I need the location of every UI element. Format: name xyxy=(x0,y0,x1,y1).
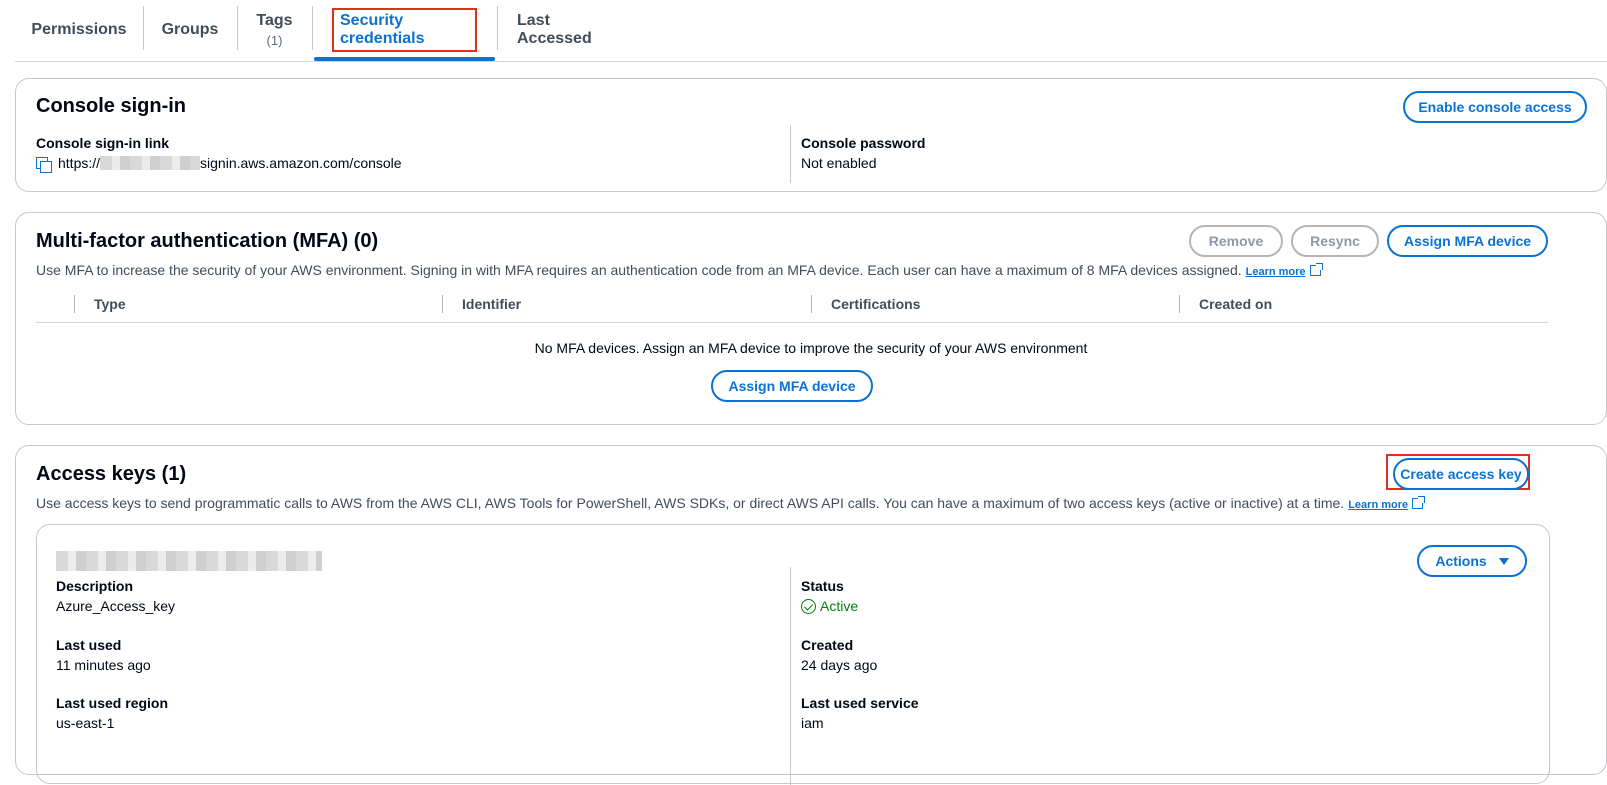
table-header-divider xyxy=(36,322,1548,323)
mfa-panel: Multi-factor authentication (MFA) (0) Re… xyxy=(15,212,1607,425)
tab-security-credentials[interactable]: Security credentials xyxy=(312,0,497,61)
enable-console-access-button[interactable]: Enable console access xyxy=(1403,91,1587,123)
last-used-label: Last used xyxy=(56,637,122,653)
tab-tags[interactable]: Tags (1) xyxy=(237,0,312,60)
redacted-account-id xyxy=(100,156,201,170)
created-value: 24 days ago xyxy=(801,657,878,673)
last-used-service-field: Last used service iam xyxy=(801,695,919,731)
last-used-region-label: Last used region xyxy=(56,695,169,711)
tab-label: Permissions xyxy=(31,21,127,38)
created-field: Created 24 days ago xyxy=(801,637,877,673)
mfa-description-text: Use MFA to increase the security of your… xyxy=(36,262,1242,278)
signin-link: https:// signin.aws.amazon.com/console xyxy=(36,155,402,173)
actions-dropdown-button[interactable]: Actions xyxy=(1417,545,1527,577)
check-circle-icon xyxy=(801,599,816,614)
last-used-value: 11 minutes ago xyxy=(56,657,151,673)
tab-label: Groups xyxy=(161,21,219,38)
status-text: Active xyxy=(820,598,859,614)
console-password-block: Console password Not enabled xyxy=(801,135,925,171)
caret-down-icon xyxy=(1498,557,1509,565)
access-keys-title: Access keys (1) xyxy=(36,463,187,485)
created-label: Created xyxy=(801,637,854,653)
console-signin-title: Console sign-in xyxy=(36,95,186,117)
external-link-icon xyxy=(1309,263,1323,276)
access-keys-description: Use access keys to send programmatic cal… xyxy=(36,495,1426,511)
last-used-field: Last used 11 minutes ago xyxy=(56,637,151,673)
tab-count: (1) xyxy=(266,33,283,48)
mfa-title: Multi-factor authentication (MFA) (0) xyxy=(36,230,379,252)
console-password-label: Console password xyxy=(801,135,926,151)
learn-more-link[interactable]: Learn more xyxy=(1348,499,1408,511)
mfa-empty-state-text: No MFA devices. Assign an MFA device to … xyxy=(534,340,1088,356)
status-label: Status xyxy=(801,578,844,594)
last-used-region-value: us-east-1 xyxy=(56,715,115,731)
last-used-service-label: Last used service xyxy=(801,695,919,711)
column-divider xyxy=(790,567,791,785)
actions-label: Actions xyxy=(1435,553,1487,569)
assign-mfa-device-empty-button[interactable]: Assign MFA device xyxy=(711,370,873,402)
last-used-service-value: iam xyxy=(801,715,824,731)
tab-label: Last Accessed xyxy=(517,12,592,47)
status-field: Status Active xyxy=(801,578,858,614)
description-label: Description xyxy=(56,578,134,594)
column-header-type[interactable]: Type xyxy=(94,296,126,312)
access-keys-panel: Access keys (1) Create access key Use ac… xyxy=(15,445,1607,785)
learn-more-link[interactable]: Learn more xyxy=(1246,266,1306,278)
column-divider xyxy=(442,295,443,313)
status-value: Active xyxy=(801,598,858,614)
column-header-identifier[interactable]: Identifier xyxy=(462,296,521,312)
column-divider xyxy=(811,295,812,313)
tab-groups[interactable]: Groups xyxy=(143,0,237,60)
signin-link-suffix: signin.aws.amazon.com/console xyxy=(200,155,402,171)
column-divider xyxy=(1179,295,1180,313)
tab-label: Security credentials xyxy=(332,8,477,52)
description-field: Description Azure_Access_key xyxy=(56,578,175,614)
remove-mfa-button[interactable]: Remove xyxy=(1189,225,1283,257)
description-value: Azure_Access_key xyxy=(56,598,176,614)
column-header-certifications[interactable]: Certifications xyxy=(831,296,920,312)
console-signin-panel: Console sign-in Enable console access Co… xyxy=(15,78,1607,192)
resync-mfa-button[interactable]: Resync xyxy=(1291,225,1379,257)
tab-label: Tags xyxy=(256,12,293,29)
signin-link-label: Console sign-in link xyxy=(36,135,170,151)
external-link-icon xyxy=(1412,496,1426,509)
create-access-key-button[interactable]: Create access key xyxy=(1393,458,1529,490)
console-password-value: Not enabled xyxy=(801,155,877,171)
column-divider xyxy=(74,295,75,313)
redacted-access-key-id xyxy=(56,551,322,571)
column-divider xyxy=(790,125,791,183)
copy-icon[interactable] xyxy=(36,155,52,173)
mfa-description: Use MFA to increase the security of your… xyxy=(36,262,1323,278)
column-header-created-on[interactable]: Created on xyxy=(1199,296,1272,312)
access-key-card: Actions Description Azure_Access_key Las… xyxy=(36,524,1550,785)
tab-permissions[interactable]: Permissions xyxy=(15,0,143,60)
last-used-region-field: Last used region us-east-1 xyxy=(56,695,168,731)
signin-link-prefix: https:// xyxy=(58,155,101,171)
tab-bar: Permissions Groups Tags (1) Security cre… xyxy=(15,0,1607,62)
assign-mfa-device-button[interactable]: Assign MFA device xyxy=(1387,225,1548,257)
access-keys-description-text: Use access keys to send programmatic cal… xyxy=(36,495,1345,511)
tab-last-accessed[interactable]: Last Accessed xyxy=(497,0,637,60)
signin-link-block: Console sign-in link https:// signin.aws.… xyxy=(36,135,402,173)
